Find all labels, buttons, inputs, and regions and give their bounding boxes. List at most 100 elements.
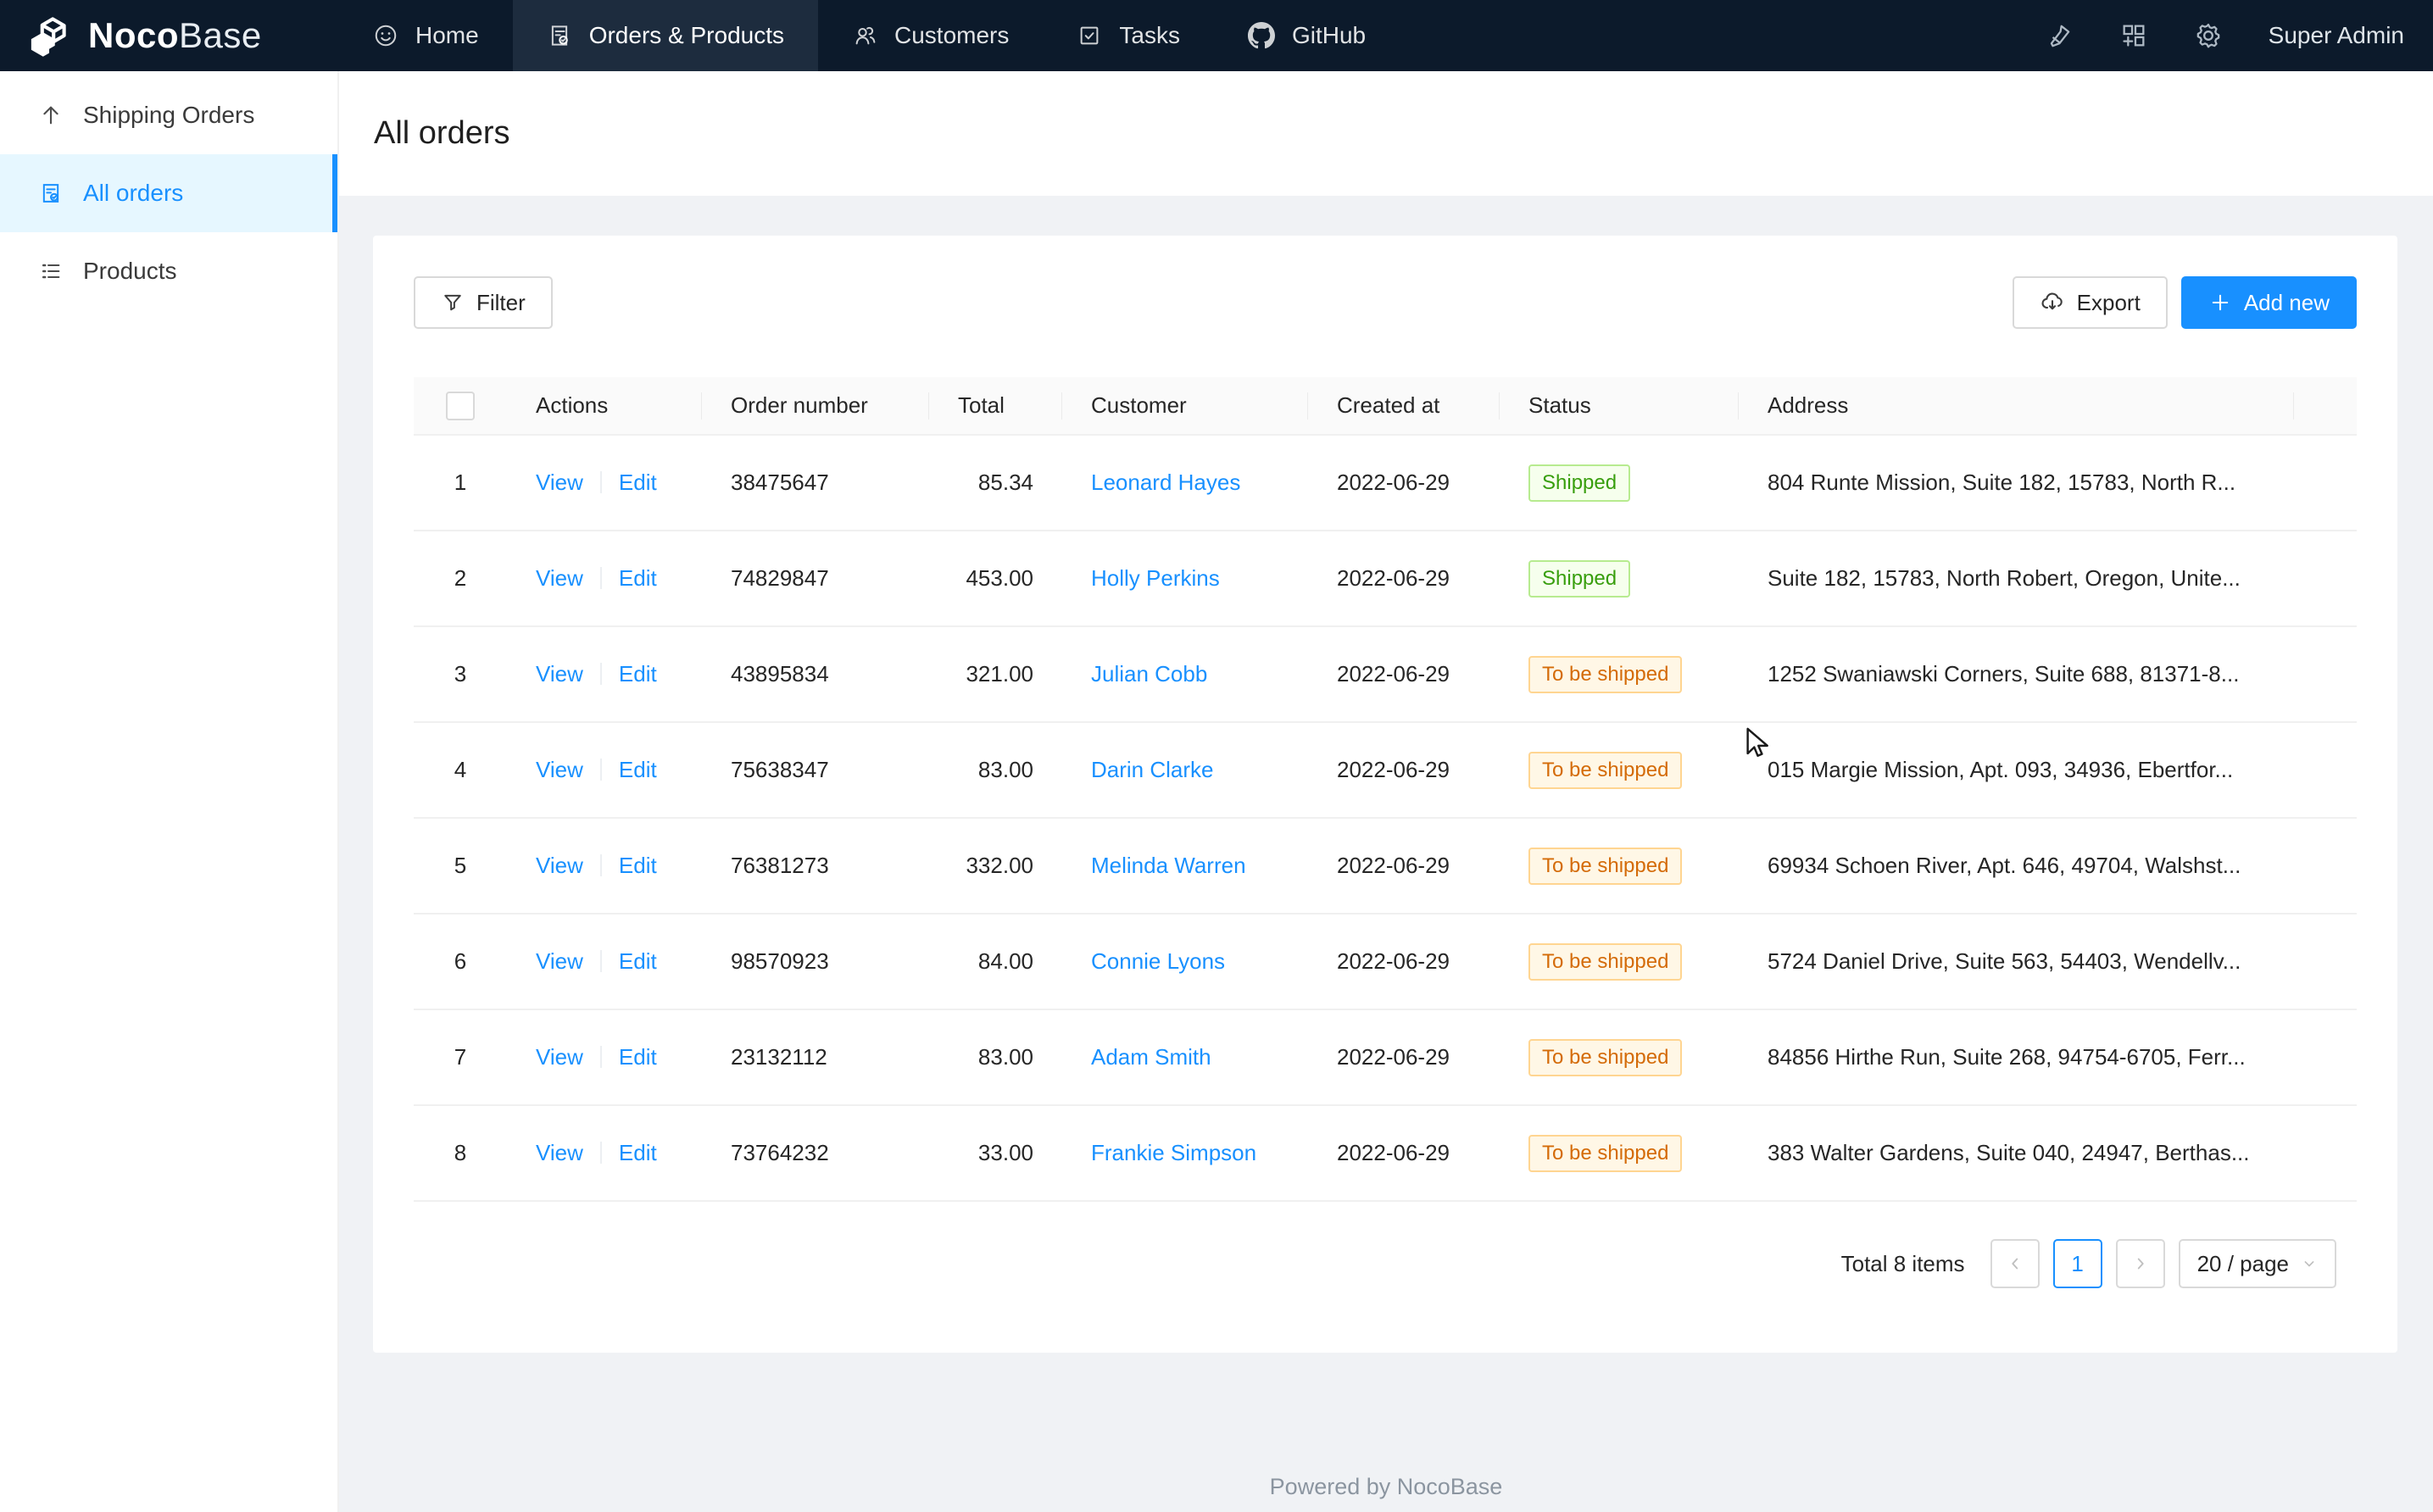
edit-link[interactable]: Edit: [619, 948, 657, 974]
edit-link[interactable]: Edit: [619, 661, 657, 687]
settings-button[interactable]: [2194, 21, 2223, 50]
status-cell: To be shipped: [1500, 1009, 1739, 1105]
filter-button[interactable]: Filter: [414, 276, 553, 329]
customer-cell: Leonard Hayes: [1062, 435, 1308, 531]
tab-tasks[interactable]: Tasks: [1043, 0, 1214, 71]
pagination-page-1[interactable]: 1: [2053, 1239, 2102, 1288]
user-menu[interactable]: Super Admin: [2269, 22, 2404, 49]
customer-link[interactable]: Holly Perkins: [1091, 565, 1220, 591]
tab-github[interactable]: GitHub: [1214, 0, 1400, 71]
table-header-row: Actions Order number Total Customer Crea…: [414, 377, 2357, 435]
edit-link[interactable]: Edit: [619, 565, 657, 591]
select-all-checkbox[interactable]: [446, 392, 475, 420]
plugins-button[interactable]: [2119, 21, 2148, 50]
plus-icon: [2208, 291, 2232, 314]
customer-link[interactable]: Julian Cobb: [1091, 661, 1207, 687]
order-number-cell: 74829847: [702, 531, 929, 626]
sidebar-item-label: All orders: [83, 180, 183, 207]
edit-link[interactable]: Edit: [619, 853, 657, 878]
actions-cell: View Edit: [507, 818, 702, 914]
customer-link[interactable]: Melinda Warren: [1091, 853, 1246, 878]
actions-cell: View Edit: [507, 722, 702, 818]
nav-tabs: Home Orders & Products Customers: [339, 0, 1400, 71]
action-divider: [600, 471, 602, 493]
status-cell: To be shipped: [1500, 626, 1739, 722]
customer-link[interactable]: Adam Smith: [1091, 1044, 1211, 1070]
pagination-next-button[interactable]: [2116, 1239, 2165, 1288]
customer-link[interactable]: Leonard Hayes: [1091, 470, 1240, 495]
chevron-down-icon: [2301, 1255, 2318, 1272]
view-link[interactable]: View: [536, 948, 583, 974]
extra-cell: [2294, 1105, 2357, 1201]
status-cell: To be shipped: [1500, 722, 1739, 818]
status-cell: Shipped: [1500, 531, 1739, 626]
edit-link[interactable]: Edit: [619, 757, 657, 782]
table-row: 4 ViewEdit 75638347 83.00 Darin Clarke 2…: [414, 722, 2357, 818]
address-cell: 84856 Hirthe Run, Suite 268, 94754-6705,…: [1739, 1009, 2294, 1105]
chevron-left-icon: [2006, 1254, 2024, 1273]
status-badge: To be shipped: [1528, 848, 1682, 885]
view-link[interactable]: View: [536, 1044, 583, 1070]
address-cell: 5724 Daniel Drive, Suite 563, 54403, Wen…: [1739, 914, 2294, 1009]
highlighter-icon: [2045, 21, 2074, 50]
table-toolbar: Filter Export Add new: [414, 276, 2357, 329]
extra-cell: [2294, 722, 2357, 818]
view-link[interactable]: View: [536, 470, 583, 495]
action-divider: [600, 1142, 602, 1164]
table-row: 1 ViewEdit 38475647 85.34 Leonard Hayes …: [414, 435, 2357, 531]
view-link[interactable]: View: [536, 1140, 583, 1165]
export-button[interactable]: Export: [2013, 276, 2168, 329]
sidebar-item-products[interactable]: Products: [0, 232, 337, 310]
column-header-total: Total: [929, 377, 1062, 435]
edit-link[interactable]: Edit: [619, 1140, 657, 1165]
row-index: 1: [414, 435, 507, 531]
ui-editor-button[interactable]: [2045, 21, 2074, 50]
row-index: 6: [414, 914, 507, 1009]
logo-text: NocoBase: [88, 15, 262, 56]
edit-link[interactable]: Edit: [619, 470, 657, 495]
order-number-cell: 98570923: [702, 914, 929, 1009]
created-at-cell: 2022-06-29: [1308, 722, 1500, 818]
view-link[interactable]: View: [536, 661, 583, 687]
actions-cell: View Edit: [507, 531, 702, 626]
action-divider: [600, 950, 602, 972]
nocobase-logo[interactable]: NocoBase: [0, 0, 339, 71]
address-cell: Suite 182, 15783, North Robert, Oregon, …: [1739, 531, 2294, 626]
page-size-value: 20 / page: [2197, 1251, 2289, 1277]
actions-cell: View Edit: [507, 914, 702, 1009]
orders-document-check-icon: [547, 23, 572, 48]
customer-cell: Julian Cobb: [1062, 626, 1308, 722]
customer-link[interactable]: Connie Lyons: [1091, 948, 1225, 974]
edit-link[interactable]: Edit: [619, 1044, 657, 1070]
status-cell: To be shipped: [1500, 1105, 1739, 1201]
view-link[interactable]: View: [536, 565, 583, 591]
status-cell: To be shipped: [1500, 818, 1739, 914]
sidebar-item-label: Shipping Orders: [83, 102, 254, 129]
pagination-prev-button[interactable]: [1990, 1239, 2040, 1288]
view-link[interactable]: View: [536, 757, 583, 782]
tab-customers[interactable]: Customers: [818, 0, 1043, 71]
table-row: 2 ViewEdit 74829847 453.00 Holly Perkins…: [414, 531, 2357, 626]
action-divider: [600, 663, 602, 685]
created-at-cell: 2022-06-29: [1308, 1105, 1500, 1201]
main-content: Filter Export Add new: [339, 196, 2433, 1512]
github-icon: [1248, 22, 1275, 49]
tab-home[interactable]: Home: [339, 0, 513, 71]
extra-cell: [2294, 914, 2357, 1009]
powered-by-footer: Powered by NocoBase: [339, 1474, 2433, 1500]
view-link[interactable]: View: [536, 853, 583, 878]
pagination-total: Total 8 items: [1841, 1251, 1965, 1277]
total-cell: 33.00: [929, 1105, 1062, 1201]
page-size-select[interactable]: 20 / page: [2179, 1239, 2336, 1288]
add-new-button[interactable]: Add new: [2181, 276, 2357, 329]
customer-link[interactable]: Frankie Simpson: [1091, 1140, 1256, 1165]
sidebar-item-all-orders[interactable]: All orders: [0, 154, 337, 232]
tab-orders-and-products[interactable]: Orders & Products: [513, 0, 818, 71]
arrow-up-icon: [39, 103, 63, 127]
sidebar-item-shipping-orders[interactable]: Shipping Orders: [0, 76, 337, 154]
customer-cell: Darin Clarke: [1062, 722, 1308, 818]
table-row: 5 ViewEdit 76381273 332.00 Melinda Warre…: [414, 818, 2357, 914]
smile-icon: [373, 23, 398, 48]
customer-link[interactable]: Darin Clarke: [1091, 757, 1214, 782]
extra-cell: [2294, 1009, 2357, 1105]
